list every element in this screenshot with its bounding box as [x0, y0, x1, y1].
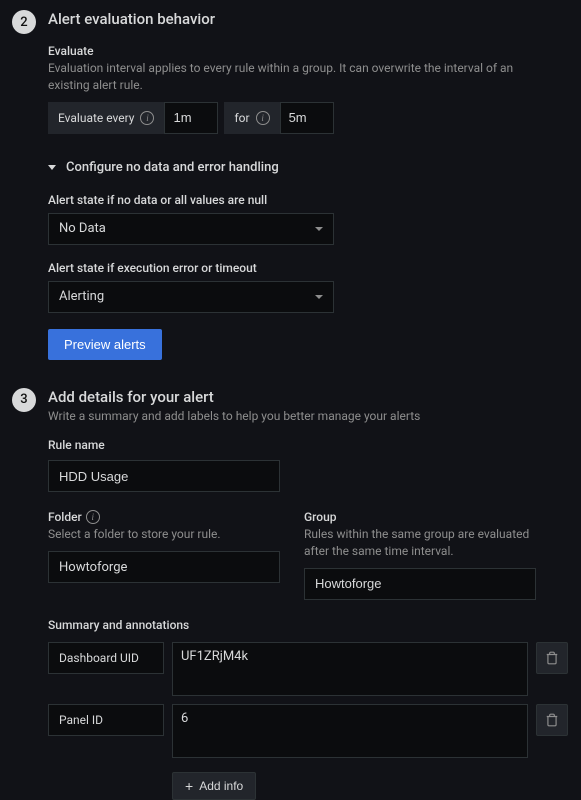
info-icon[interactable]: i [140, 111, 154, 125]
summary-label: Summary and annotations [48, 618, 568, 632]
add-info-button[interactable]: + Add info [172, 772, 256, 800]
group-desc: Rules within the same group are evaluate… [304, 526, 536, 560]
info-icon[interactable]: i [86, 510, 100, 524]
section-add-details: 3 Add details for your alert Write a sum… [0, 388, 581, 800]
annotation-value-input[interactable] [172, 642, 528, 696]
rulename-label: Rule name [48, 438, 568, 452]
info-icon[interactable]: i [256, 111, 270, 125]
nodata-label: Alert state if no data or all values are… [48, 193, 565, 207]
section-title: Add details for your alert [48, 388, 568, 406]
preview-alerts-button[interactable]: Preview alerts [48, 329, 162, 360]
section-title: Alert evaluation behavior [48, 10, 565, 28]
chevron-down-icon [315, 227, 323, 231]
annotation-row: Dashboard UID [48, 642, 568, 696]
chevron-down-icon [48, 165, 56, 170]
nodata-select[interactable]: No Data [48, 213, 334, 245]
annotation-key-select[interactable]: Dashboard UID [48, 642, 164, 674]
chevron-down-icon [315, 295, 323, 299]
step-badge-2: 2 [12, 10, 36, 34]
folder-desc: Select a folder to store your rule. [48, 526, 280, 543]
plus-icon: + [185, 779, 193, 793]
execerr-label: Alert state if execution error or timeou… [48, 261, 565, 275]
step-badge-3: 3 [12, 388, 36, 412]
group-label: Group [304, 510, 536, 524]
delete-annotation-button[interactable] [536, 642, 568, 674]
evaluate-every-input[interactable] [164, 102, 218, 134]
trash-icon [545, 713, 559, 727]
collapse-no-data-error[interactable]: Configure no data and error handling [48, 160, 565, 175]
trash-icon [545, 651, 559, 665]
group-input[interactable] [304, 568, 536, 600]
execerr-select[interactable]: Alerting [48, 281, 334, 313]
folder-select[interactable]: Howtoforge [48, 551, 280, 583]
for-label: for i [224, 102, 279, 134]
evaluate-every-label: Evaluate every i [48, 102, 164, 134]
evaluate-desc: Evaluation interval applies to every rul… [48, 60, 548, 94]
section-subtitle: Write a summary and add labels to help y… [48, 408, 568, 425]
for-input[interactable] [280, 102, 334, 134]
rulename-input[interactable] [48, 460, 280, 492]
evaluate-label: Evaluate [48, 44, 565, 58]
delete-annotation-button[interactable] [536, 704, 568, 736]
folder-label: Folder i [48, 510, 280, 524]
section-alert-evaluation: 2 Alert evaluation behavior Evaluate Eva… [0, 10, 581, 360]
annotation-key-select[interactable]: Panel ID [48, 704, 164, 736]
